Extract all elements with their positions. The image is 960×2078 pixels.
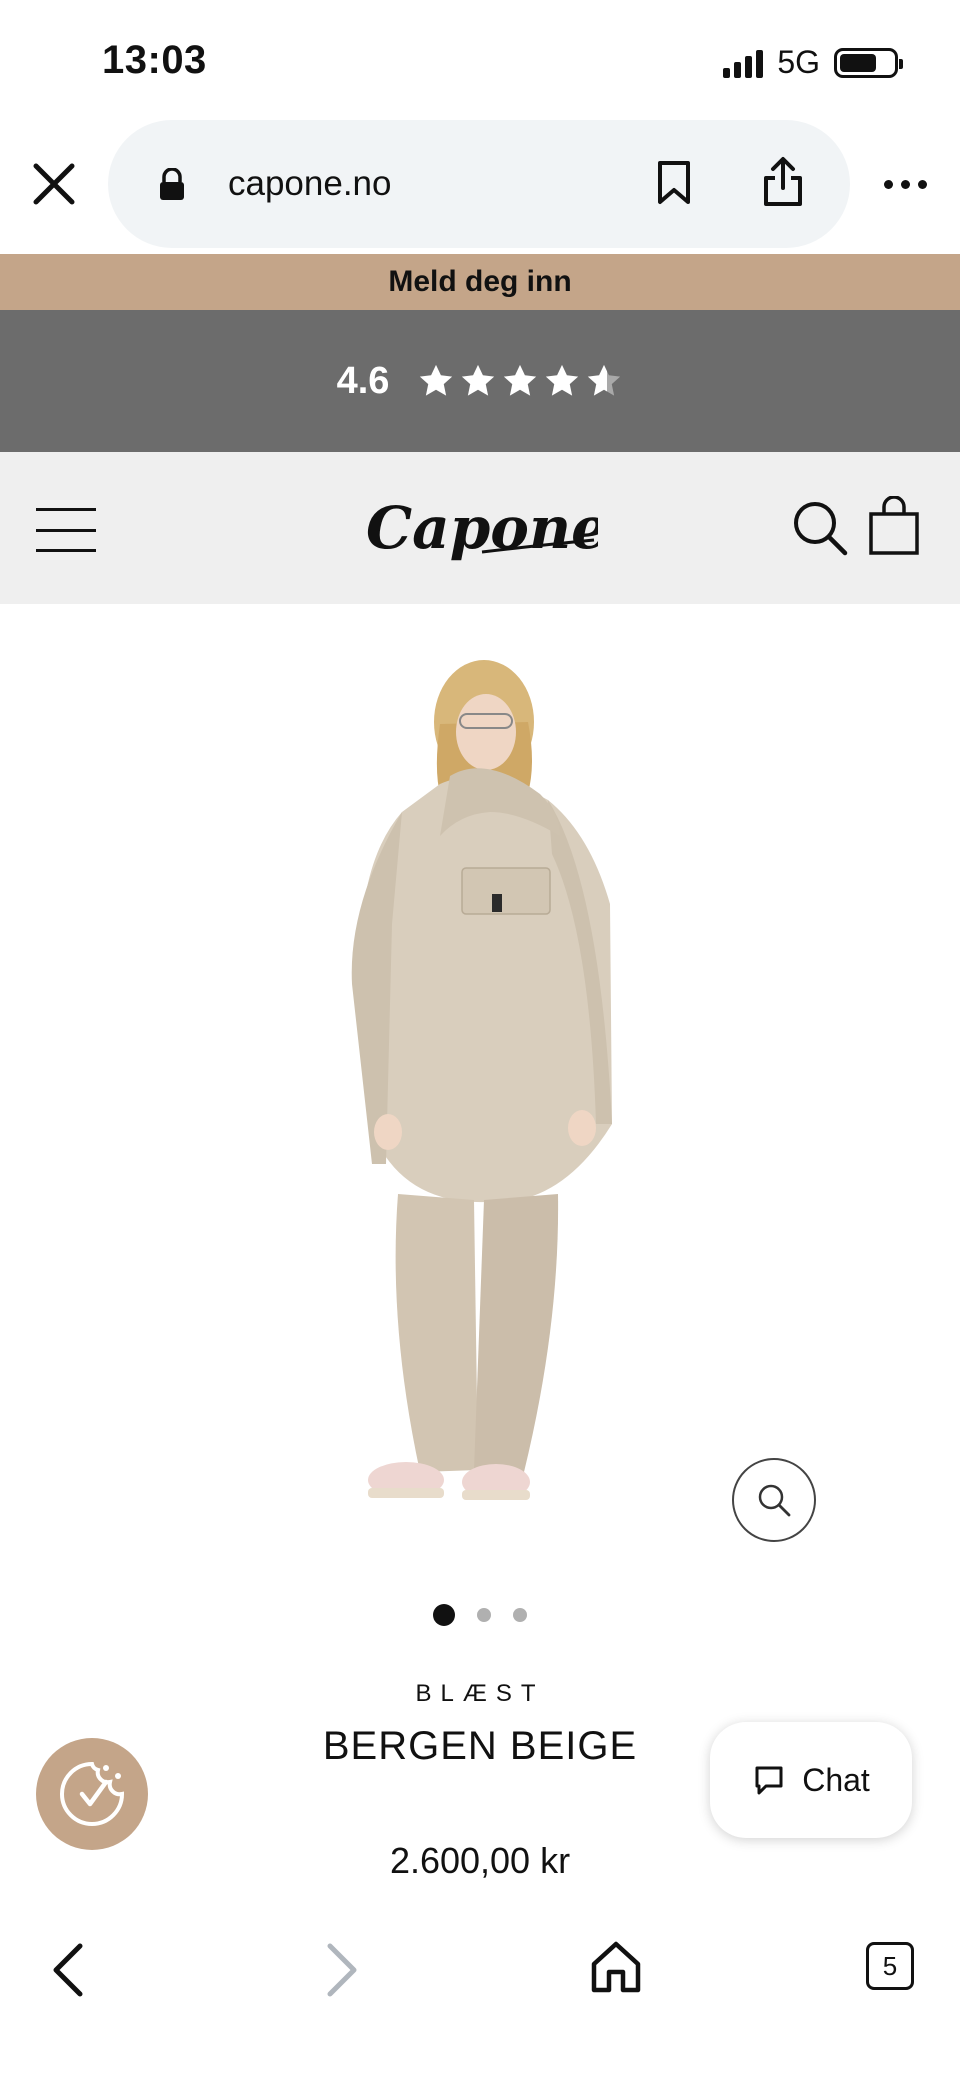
bookmark-icon[interactable] <box>656 160 692 211</box>
home-icon[interactable] <box>590 1940 642 1999</box>
site-header: Capone <box>0 452 960 604</box>
menu-icon[interactable] <box>36 508 96 552</box>
share-icon[interactable] <box>762 156 804 213</box>
rating-value: 4.6 <box>336 359 390 402</box>
star-icon <box>546 364 579 396</box>
shopping-bag-icon[interactable] <box>868 495 920 561</box>
signal-icon <box>723 48 764 78</box>
network-label: 5G <box>777 44 820 80</box>
product-image[interactable] <box>0 604 960 1554</box>
product-photo <box>351 660 612 1500</box>
cookie-icon <box>60 1761 125 1826</box>
lock-icon <box>158 167 186 207</box>
zoom-icon <box>758 1484 791 1517</box>
browser-toolbar: capone.no <box>0 120 960 254</box>
cookie-consent-button[interactable] <box>36 1738 148 1850</box>
zoom-button[interactable] <box>732 1458 816 1542</box>
signup-banner-text[interactable]: Meld deg inn <box>388 265 571 299</box>
tabs-icon[interactable]: 5 <box>866 1942 914 1990</box>
search-icon[interactable] <box>792 500 848 561</box>
back-icon[interactable] <box>48 1940 88 2005</box>
url-text[interactable]: capone.no <box>228 164 391 204</box>
rating-bar[interactable]: 4.6 <box>0 310 960 452</box>
signup-banner[interactable]: Meld deg inn <box>0 254 960 310</box>
star-half-icon <box>588 364 621 396</box>
forward-icon[interactable] <box>322 1940 362 2005</box>
close-icon[interactable] <box>30 160 78 208</box>
product-price: 2.600,00 kr <box>389 1840 571 1881</box>
address-bar[interactable]: capone.no <box>108 120 850 248</box>
chat-button[interactable]: Chat <box>710 1722 912 1838</box>
status-indicators: 5G <box>723 44 903 81</box>
rating-stars <box>417 362 623 400</box>
more-icon[interactable] <box>884 180 927 189</box>
carousel-dot[interactable] <box>477 1608 491 1622</box>
carousel-dot[interactable] <box>433 1604 455 1626</box>
battery-icon <box>834 47 903 78</box>
product-brand: BLÆST <box>415 1680 545 1707</box>
capone-logo[interactable]: Capone <box>362 486 608 576</box>
carousel-dot[interactable] <box>513 1608 527 1622</box>
browser-bottom-nav: 5 <box>0 1884 960 2078</box>
star-icon <box>462 364 495 396</box>
status-bar: 13:03 5G <box>0 0 960 120</box>
carousel-dots <box>0 1604 960 1626</box>
star-icon <box>504 364 537 396</box>
chat-icon <box>755 1766 783 1795</box>
chat-button-label[interactable]: Chat <box>802 1762 870 1799</box>
status-time: 13:03 <box>102 38 207 82</box>
star-icon <box>420 364 453 396</box>
